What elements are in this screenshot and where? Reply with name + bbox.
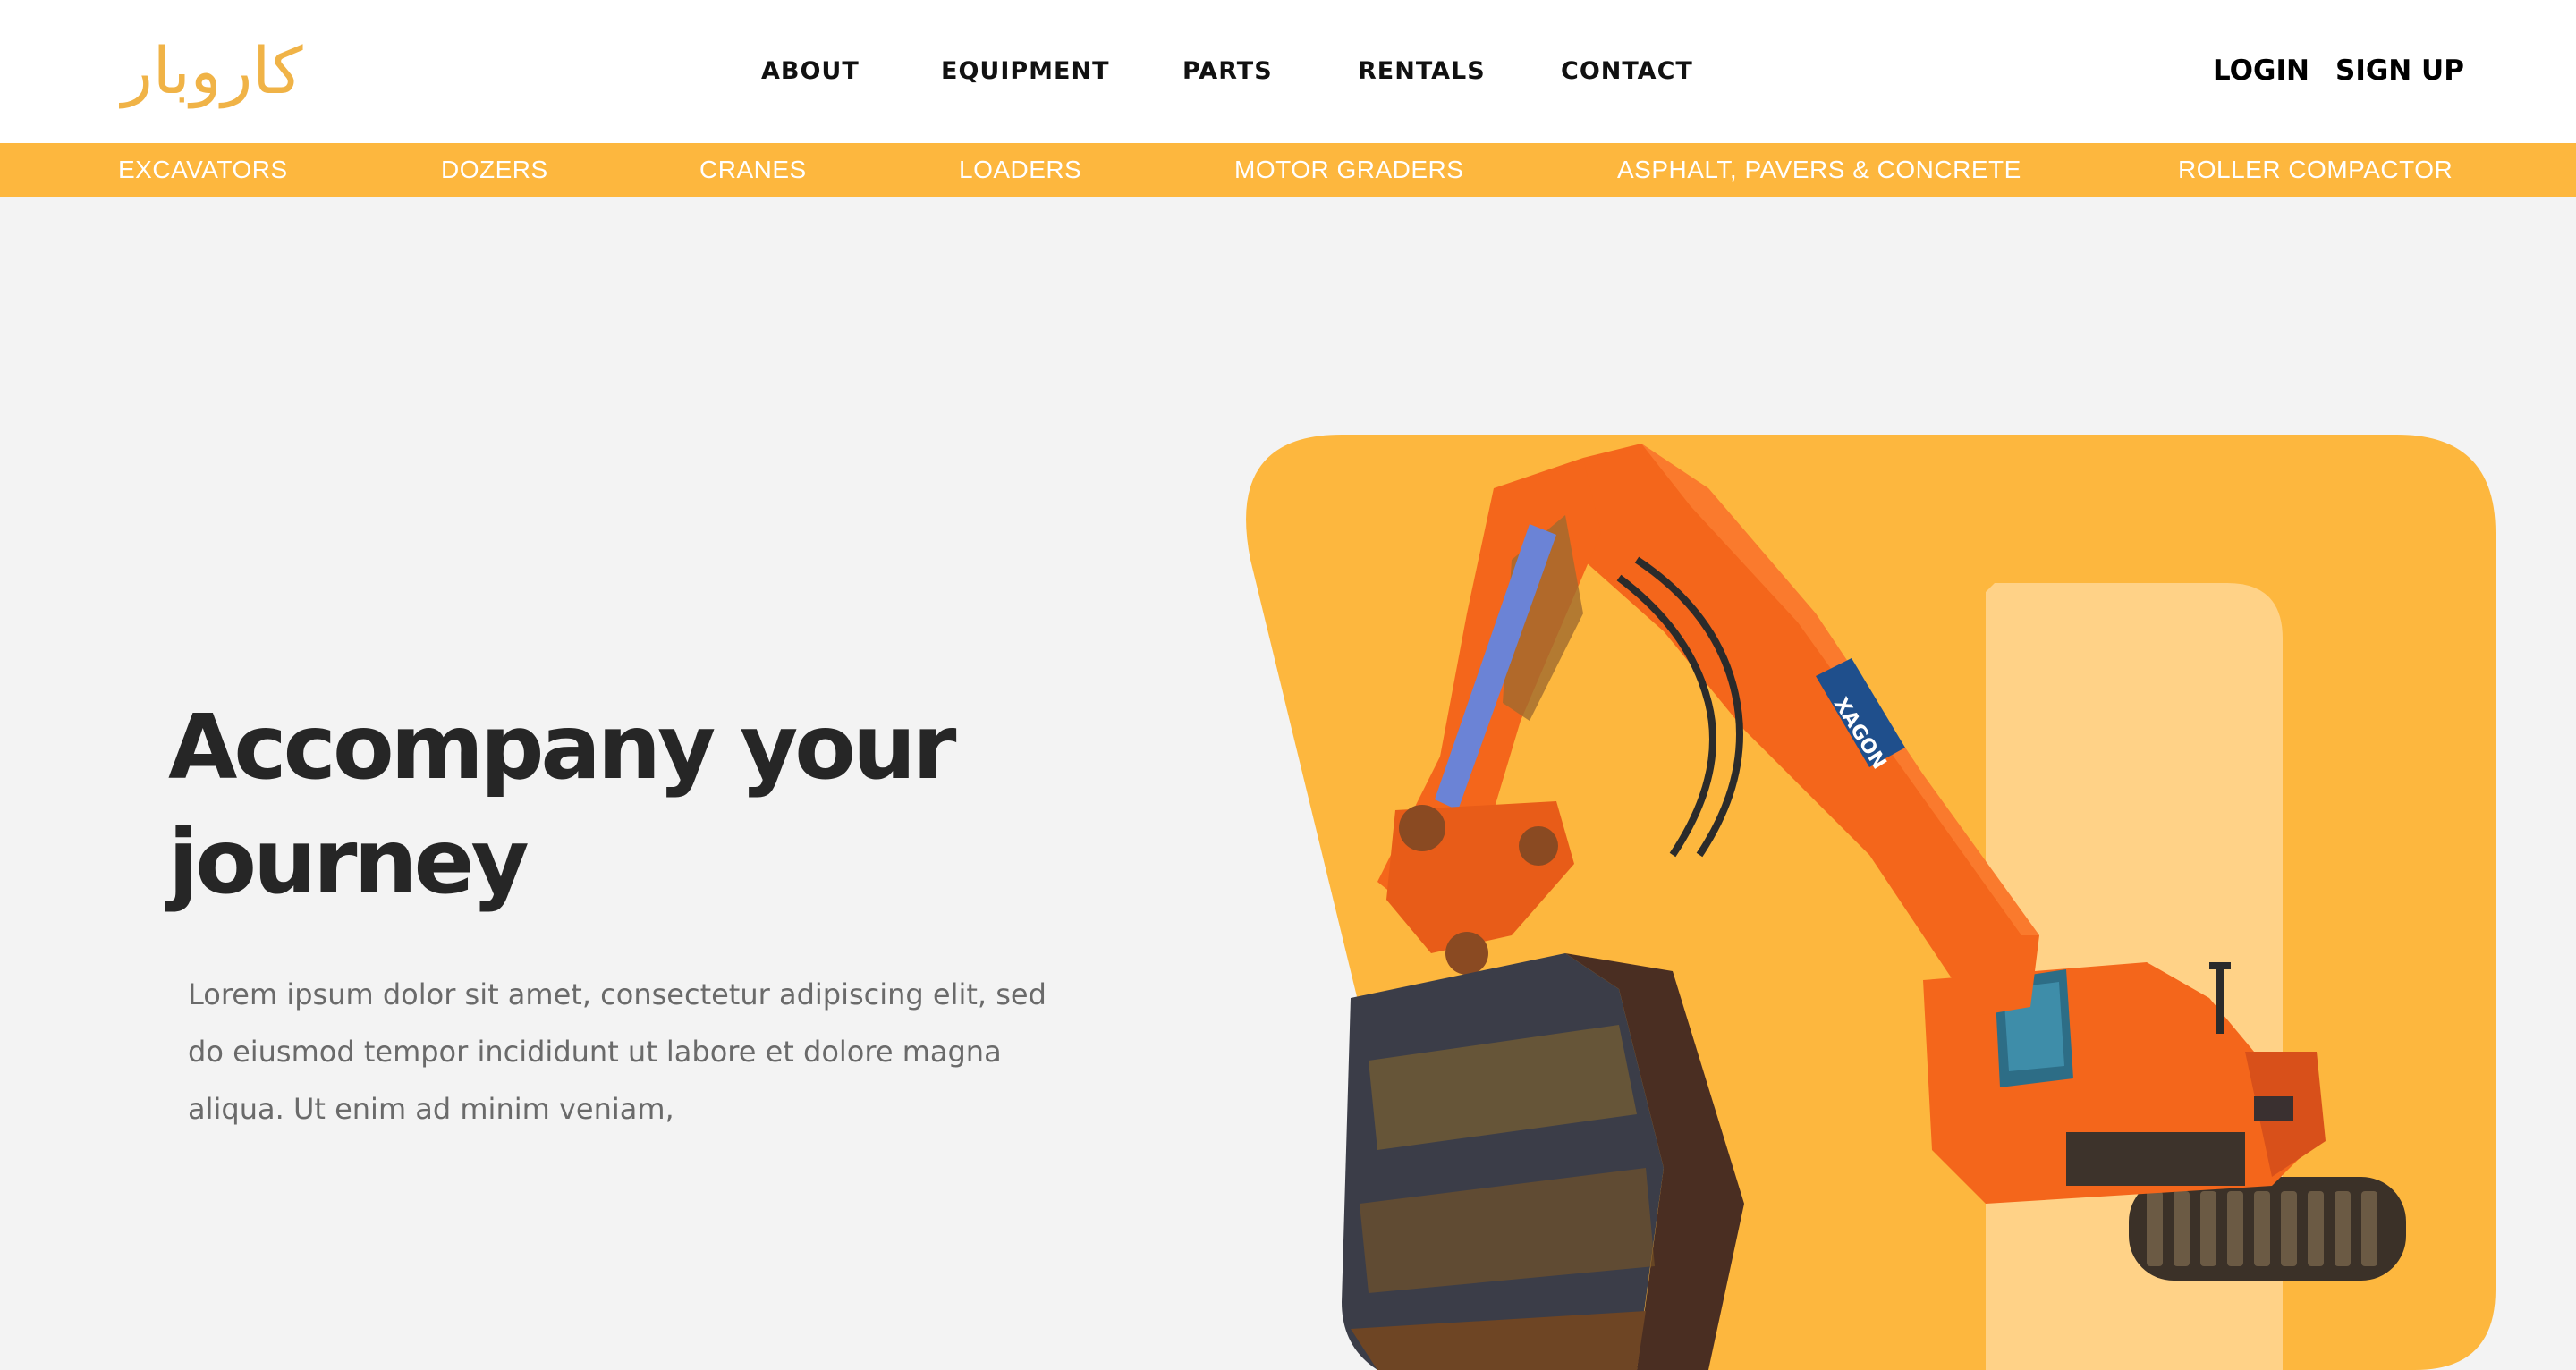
excavator-illustration: XAGON [1246, 435, 2496, 1370]
auth-links: LOGIN SIGN UP [0, 48, 2576, 93]
hero-title: Accompany your journey [168, 695, 957, 914]
category-roller-compactor[interactable]: ROLLER COMPACTOR [2178, 143, 2453, 197]
category-cranes[interactable]: CRANES [699, 143, 807, 197]
hero-description: Lorem ipsum dolor sit amet, consectetur … [188, 977, 1046, 1126]
category-bar: EXCAVATORS DOZERS CRANES LOADERS MOTOR G… [0, 143, 2576, 197]
hero-visual: XAGON [1243, 435, 2504, 1370]
login-link[interactable]: LOGIN [2213, 48, 2309, 93]
signup-link[interactable]: SIGN UP [2335, 48, 2464, 93]
category-asphalt-pavers-concrete[interactable]: ASPHALT, PAVERS & CONCRETE [1617, 143, 2021, 197]
category-motor-graders[interactable]: MOTOR GRADERS [1234, 143, 1463, 197]
category-loaders[interactable]: LOADERS [959, 143, 1081, 197]
site-header: کاروبار ABOUT EQUIPMENT PARTS RENTALS CO… [0, 0, 2576, 143]
category-dozers[interactable]: DOZERS [441, 143, 548, 197]
excavator-track [2129, 1177, 2406, 1281]
category-excavators[interactable]: EXCAVATORS [118, 143, 288, 197]
